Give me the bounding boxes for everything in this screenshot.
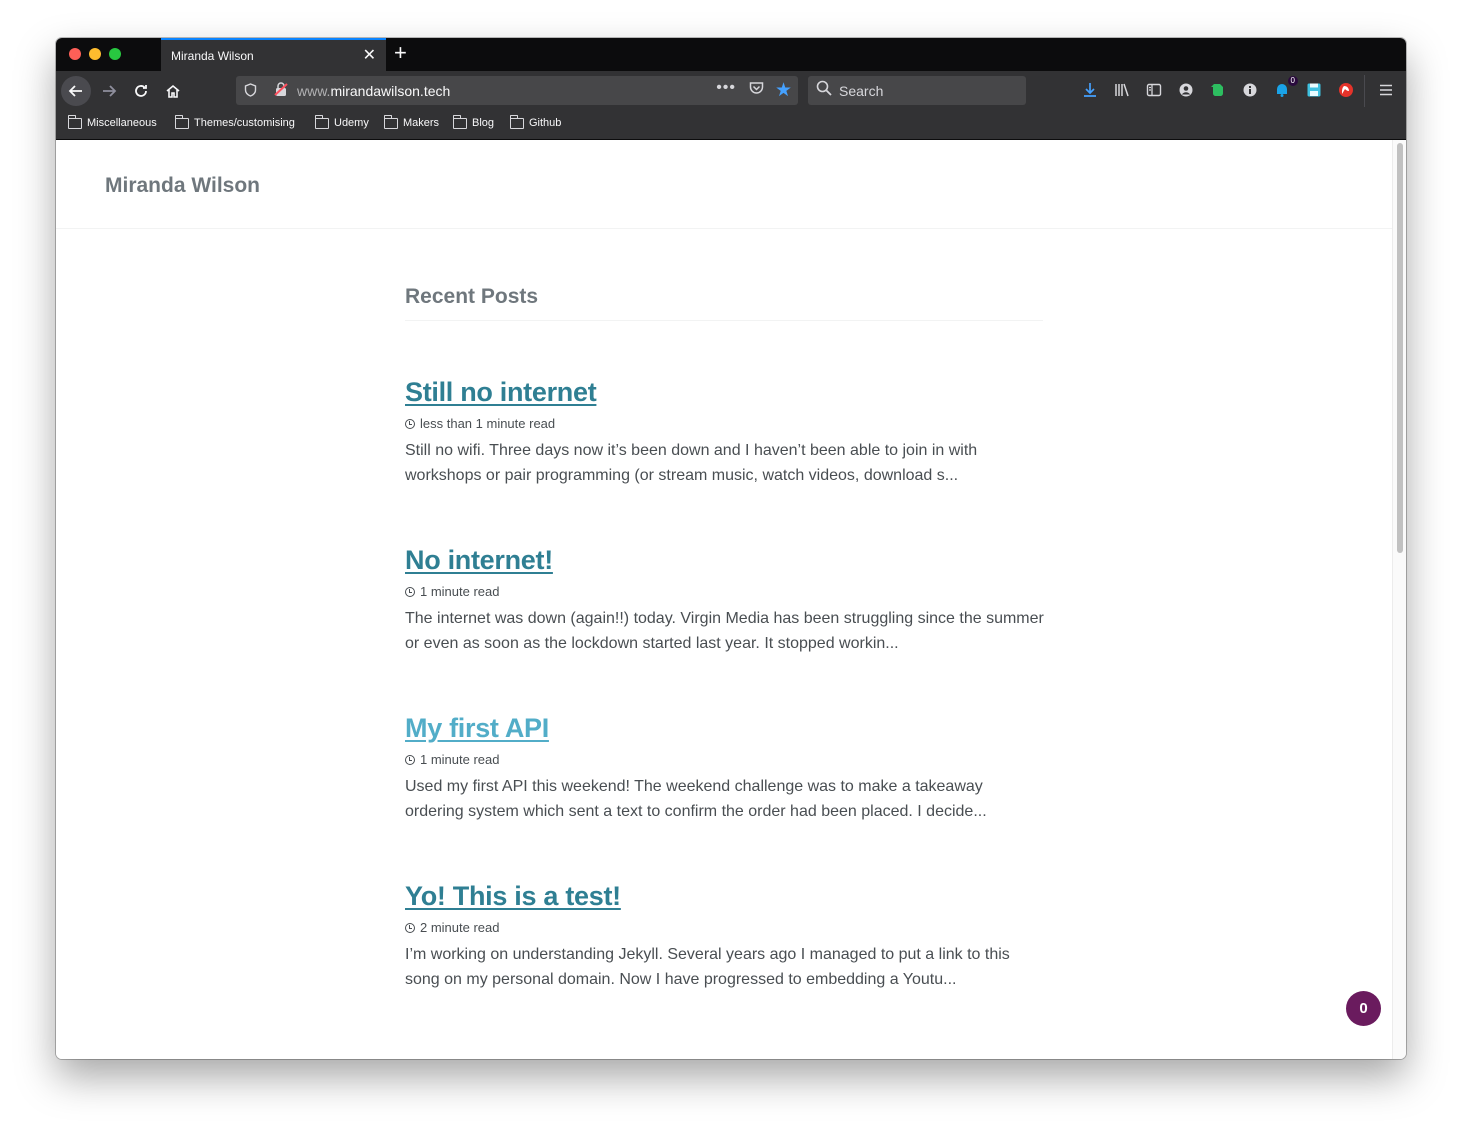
minimize-window-button[interactable] <box>89 48 101 60</box>
read-time: less than 1 minute read <box>420 416 556 431</box>
folder-icon <box>175 114 189 129</box>
tab-active[interactable]: Miranda Wilson ✕ <box>161 38 386 71</box>
tab-close-icon[interactable]: ✕ <box>363 45 376 65</box>
evernote-icon[interactable] <box>1208 80 1228 100</box>
arrow-right-icon <box>103 85 117 97</box>
post-title-link[interactable]: My first API <box>405 713 1045 744</box>
save-extension-icon[interactable] <box>1304 80 1324 100</box>
post-meta: 1 minute read <box>405 584 1045 599</box>
url-domain: mirandawilson.tech <box>330 83 451 99</box>
post-item: Yo! This is a test! 2 minute read I’m wo… <box>405 881 1045 992</box>
tab-strip: Miranda Wilson ✕ + <box>56 38 1406 71</box>
post-item: No internet! 1 minute read The internet … <box>405 545 1045 656</box>
folder-icon <box>510 114 524 129</box>
page-actions-icon[interactable]: ••• <box>716 79 736 97</box>
home-icon <box>166 84 180 98</box>
arrow-left-icon <box>68 85 82 97</box>
downloads-icon[interactable] <box>1080 80 1100 100</box>
clock-icon <box>405 922 415 933</box>
forward-button[interactable] <box>95 77 123 105</box>
scrollbar-thumb[interactable] <box>1397 143 1403 553</box>
url-text[interactable]: www.mirandawilson.tech <box>297 83 450 99</box>
read-time: 1 minute read <box>420 584 500 599</box>
url-prefix: www. <box>297 83 331 99</box>
clock-icon <box>405 754 415 765</box>
post-meta: 2 minute read <box>405 920 1045 935</box>
bookmark-folder-makers[interactable]: Makers <box>384 114 440 129</box>
bookmark-star-icon[interactable]: ★ <box>775 79 792 102</box>
tab-title: Miranda Wilson <box>171 49 254 63</box>
folder-icon <box>68 114 82 129</box>
post-title-link[interactable]: No internet! <box>405 545 1045 576</box>
bookmark-folder-themes[interactable]: Themes/customising <box>175 114 295 129</box>
folder-icon <box>384 114 398 129</box>
bookmark-label: Miscellaneous <box>87 117 157 129</box>
post-item: My first API 1 minute read Used my first… <box>405 713 1045 824</box>
search-bar[interactable]: Search <box>808 76 1026 105</box>
extension-badge: 0 <box>1287 76 1298 86</box>
parrot-extension-icon[interactable] <box>1336 80 1356 100</box>
address-bar[interactable]: www.mirandawilson.tech ••• ★ <box>236 76 798 105</box>
pocket-icon[interactable] <box>749 81 764 99</box>
section-title: Recent Posts <box>405 285 539 308</box>
account-icon[interactable] <box>1176 80 1196 100</box>
bookmark-folder-github[interactable]: Github <box>510 114 562 129</box>
clock-icon <box>405 418 415 429</box>
home-button[interactable] <box>159 77 187 105</box>
bookmark-label: Blog <box>472 117 495 129</box>
chat-widget-button[interactable]: 0 <box>1346 991 1381 1026</box>
post-excerpt: The internet was down (again!!) today. V… <box>405 610 1044 652</box>
post-excerpt: Used my first API this weekend! The week… <box>405 778 987 820</box>
insecure-lock-icon[interactable] <box>274 82 288 100</box>
bookmark-folder-blog[interactable]: Blog <box>453 114 495 129</box>
read-time: 2 minute read <box>420 920 500 935</box>
post-excerpt: Still no wifi. Three days now it’s been … <box>405 442 978 484</box>
reload-button[interactable] <box>127 77 155 105</box>
page-scrollbar[interactable] <box>1392 140 1406 1059</box>
bookmark-folder-miscellaneous[interactable]: Miscellaneous <box>68 114 157 129</box>
bookmarks-toolbar: Miscellaneous Themes/customising Udemy M… <box>56 111 1406 140</box>
library-icon[interactable] <box>1112 80 1132 100</box>
browser-window: Miranda Wilson ✕ + www.mirandawilson.tec… <box>56 38 1406 1059</box>
section-divider <box>405 320 1043 321</box>
reload-icon <box>135 85 147 97</box>
info-extension-icon[interactable] <box>1240 80 1260 100</box>
search-placeholder: Search <box>839 83 884 99</box>
bookmark-label: Github <box>529 117 562 129</box>
post-excerpt: I’m working on understanding Jekyll. Sev… <box>405 946 1010 988</box>
folder-icon <box>453 114 467 129</box>
toolbar-separator <box>1364 75 1365 107</box>
bookmark-label: Makers <box>403 117 440 129</box>
post-meta: 1 minute read <box>405 752 1045 767</box>
post-meta: less than 1 minute read <box>405 416 1045 431</box>
window-controls <box>69 48 121 60</box>
post-title-link[interactable]: Yo! This is a test! <box>405 881 1045 912</box>
clock-icon <box>405 586 415 597</box>
tracking-shield-icon[interactable] <box>244 83 257 100</box>
hamburger-menu-icon[interactable] <box>1376 80 1396 100</box>
back-button[interactable] <box>61 76 91 106</box>
bookmark-folder-udemy[interactable]: Udemy <box>315 114 369 129</box>
web-page: Miranda Wilson Recent Posts Still no int… <box>56 140 1392 1059</box>
notification-extension-icon[interactable]: 0 <box>1272 76 1298 100</box>
read-time: 1 minute read <box>420 752 500 767</box>
masthead: Miranda Wilson <box>56 140 1392 229</box>
post-title-link[interactable]: Still no internet <box>405 377 1045 408</box>
site-title-link[interactable]: Miranda Wilson <box>105 174 260 198</box>
folder-icon <box>315 114 329 129</box>
sidebar-icon[interactable] <box>1144 80 1164 100</box>
bookmark-label: Udemy <box>334 117 369 129</box>
navigation-toolbar: www.mirandawilson.tech ••• ★ Search 0 <box>56 71 1406 111</box>
bookmark-label: Themes/customising <box>194 117 295 129</box>
zoom-window-button[interactable] <box>109 48 121 60</box>
post-item: Still no internet less than 1 minute rea… <box>405 377 1045 488</box>
new-tab-button[interactable]: + <box>394 41 407 65</box>
close-window-button[interactable] <box>69 48 81 60</box>
search-icon <box>816 80 832 101</box>
